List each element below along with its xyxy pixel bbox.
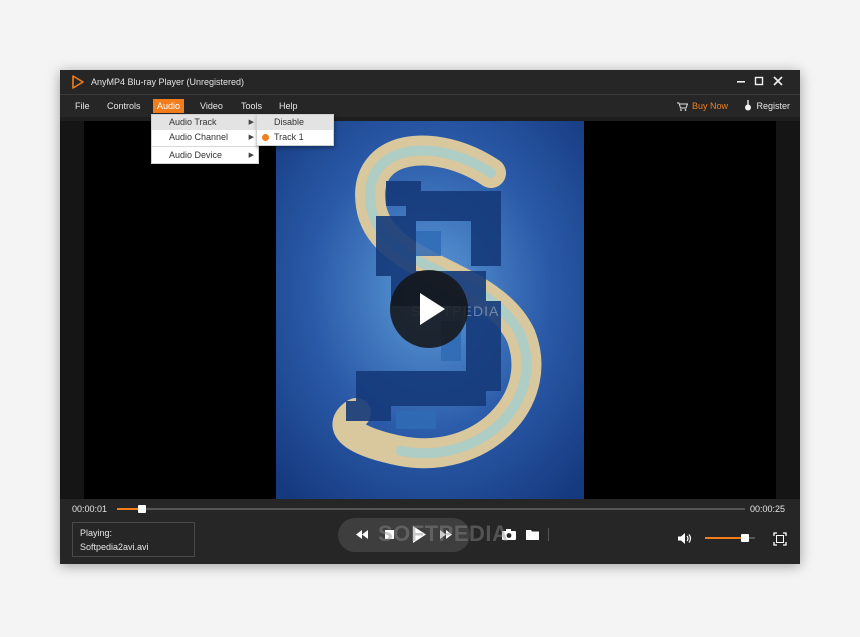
audio-menu: Audio Track ▶ Audio Channel ▶ Audio Devi… bbox=[151, 114, 259, 164]
radio-selected-icon bbox=[262, 134, 269, 141]
stop-button[interactable] bbox=[385, 530, 394, 539]
buy-now-button[interactable]: Buy Now bbox=[676, 99, 728, 113]
title-bar[interactable]: AnyMP4 Blu-ray Player (Unregistered) bbox=[60, 70, 800, 94]
close-button[interactable] bbox=[769, 73, 787, 91]
window-title: AnyMP4 Blu-ray Player (Unregistered) bbox=[91, 77, 245, 87]
submenu-arrow-icon: ▶ bbox=[248, 134, 254, 141]
track-1-label: Track 1 bbox=[274, 132, 304, 142]
submenu-item-disable[interactable]: Disable bbox=[257, 115, 333, 130]
submenu-arrow-icon: ▶ bbox=[248, 152, 254, 159]
video-area[interactable]: SOFTPEDIA bbox=[60, 121, 800, 499]
buy-now-label: Buy Now bbox=[691, 101, 728, 111]
menu-help[interactable]: Help bbox=[275, 99, 302, 113]
playing-label: Playing: bbox=[80, 528, 113, 538]
left-letterbox bbox=[60, 121, 84, 499]
now-playing-box: Playing: Softpedia2avi.avi bbox=[72, 522, 195, 557]
app-logo-icon bbox=[72, 75, 84, 89]
playing-file-name: Softpedia2avi.avi bbox=[80, 542, 149, 552]
submenu-item-track-1[interactable]: Track 1 bbox=[257, 130, 333, 145]
disable-label: Disable bbox=[274, 117, 305, 127]
audio-device-label: Audio Device bbox=[169, 150, 223, 160]
audio-track-label: Audio Track bbox=[169, 117, 217, 127]
fullscreen-button[interactable] bbox=[773, 532, 787, 546]
submenu-arrow-icon: ▶ bbox=[248, 119, 254, 126]
fast-forward-button[interactable] bbox=[440, 530, 452, 539]
play-overlay-button[interactable] bbox=[390, 270, 468, 348]
divider bbox=[548, 528, 549, 541]
register-label: Register bbox=[756, 101, 790, 111]
seek-bar[interactable] bbox=[117, 505, 745, 513]
maximize-button[interactable] bbox=[750, 73, 768, 91]
maximize-icon bbox=[754, 76, 764, 86]
key-icon bbox=[745, 100, 752, 111]
menu-separator bbox=[152, 146, 258, 147]
audio-track-submenu: Disable Track 1 bbox=[256, 114, 334, 146]
play-button[interactable] bbox=[412, 526, 426, 543]
menu-file[interactable]: File bbox=[71, 99, 94, 113]
total-time: 00:00:25 bbox=[750, 504, 786, 514]
control-bar: 00:00:01 00:00:25 Playing: Softpedia2avi… bbox=[60, 499, 800, 564]
minimize-button[interactable] bbox=[732, 73, 750, 91]
volume-handle[interactable] bbox=[741, 534, 749, 542]
cart-icon bbox=[676, 102, 689, 111]
menu-tools[interactable]: Tools bbox=[237, 99, 266, 113]
menu-controls[interactable]: Controls bbox=[103, 99, 145, 113]
menu-video[interactable]: Video bbox=[196, 99, 227, 113]
audio-channel-item[interactable]: Audio Channel ▶ bbox=[152, 130, 258, 145]
seek-handle[interactable] bbox=[138, 505, 147, 513]
right-letterbox bbox=[776, 121, 800, 499]
current-time: 00:00:01 bbox=[72, 504, 108, 514]
audio-device-item[interactable]: Audio Device ▶ bbox=[152, 148, 258, 163]
snapshot-button[interactable] bbox=[502, 529, 516, 540]
volume-button[interactable] bbox=[678, 533, 693, 544]
audio-channel-label: Audio Channel bbox=[169, 132, 229, 142]
rewind-button[interactable] bbox=[356, 530, 368, 539]
volume-slider[interactable] bbox=[705, 534, 755, 542]
menu-audio[interactable]: Audio bbox=[153, 99, 185, 113]
open-folder-button[interactable] bbox=[526, 529, 539, 540]
audio-track-item[interactable]: Audio Track ▶ bbox=[152, 115, 258, 130]
minimize-icon bbox=[737, 81, 745, 83]
volume-level bbox=[705, 537, 745, 539]
close-icon bbox=[773, 76, 783, 86]
register-button[interactable]: Register bbox=[744, 99, 790, 113]
play-icon bbox=[420, 293, 445, 325]
player-window: AnyMP4 Blu-ray Player (Unregistered) Fil… bbox=[60, 70, 800, 564]
